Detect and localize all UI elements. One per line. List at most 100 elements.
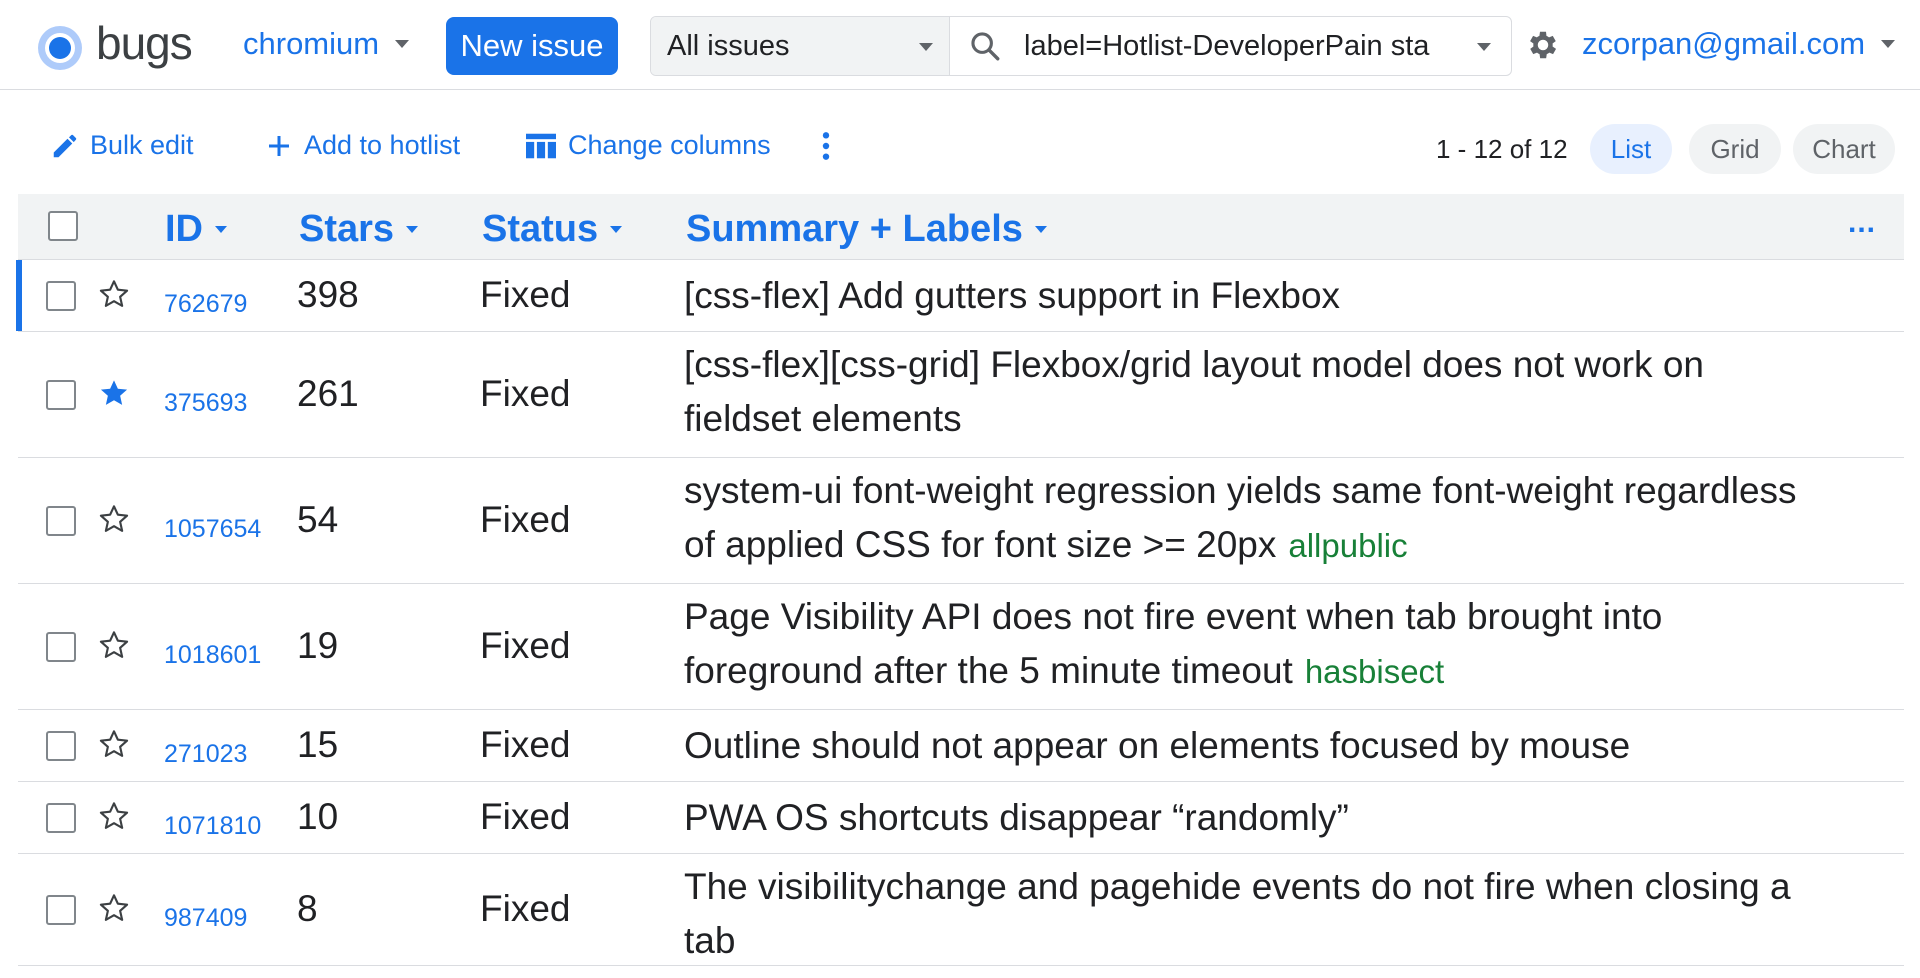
gear-icon[interactable] xyxy=(1525,27,1561,63)
add-to-hotlist-button[interactable]: Add to hotlist xyxy=(264,130,460,161)
table-row[interactable]: 1057654 54 Fixed system-ui font-weight regr… xyxy=(18,458,1904,584)
row-checkbox[interactable] xyxy=(46,632,76,662)
chevron-down-icon xyxy=(1881,40,1896,48)
summary-text: The visibilitychange and pagehide events… xyxy=(684,866,1791,961)
status-cell: Fixed xyxy=(480,625,571,666)
more-vert-icon xyxy=(822,132,830,160)
star-outline-icon[interactable] xyxy=(98,892,130,924)
star-outline-icon[interactable] xyxy=(98,728,130,760)
table-body: 762679 398 Fixed [css-flex] Add gutters sup… xyxy=(16,260,1904,966)
change-columns-button[interactable]: Change columns xyxy=(524,130,771,161)
column-header-stars[interactable]: Stars xyxy=(299,208,419,251)
issue-label[interactable]: allpublic xyxy=(1288,527,1407,564)
change-columns-label: Change columns xyxy=(568,130,771,160)
status-cell: Fixed xyxy=(480,499,571,540)
summary-text: [css-flex] Add gutters support in Flexbo… xyxy=(684,275,1341,316)
star-outline-icon[interactable] xyxy=(98,278,130,310)
more-actions-button[interactable] xyxy=(820,130,842,162)
search-input[interactable]: label=Hotlist-DeveloperPain sta xyxy=(1024,30,1444,63)
view-chart-button[interactable]: Chart xyxy=(1793,124,1895,174)
pencil-icon xyxy=(53,134,77,157)
row-checkbox[interactable] xyxy=(46,731,76,761)
status-cell: Fixed xyxy=(480,888,571,929)
status-cell: Fixed xyxy=(480,796,571,837)
summary-cell[interactable]: Outline should not appear on elements fo… xyxy=(684,719,1814,773)
chevron-down-icon xyxy=(919,43,933,51)
star-outline-icon[interactable] xyxy=(98,503,130,535)
star-count: 261 xyxy=(297,373,359,414)
app-logo-text[interactable]: bugs xyxy=(96,16,193,70)
scope-select[interactable]: All issues xyxy=(651,17,950,75)
summary-cell[interactable]: PWA OS shortcuts disappear “randomly” xyxy=(684,791,1814,845)
column-header-status[interactable]: Status xyxy=(482,208,623,251)
view-list-button[interactable]: List xyxy=(1590,124,1672,174)
status-cell: Fixed xyxy=(480,373,571,414)
row-checkbox[interactable] xyxy=(46,380,76,410)
summary-cell[interactable]: [css-flex][css-grid] Flexbox/grid layout… xyxy=(684,338,1814,446)
summary-text: [css-flex][css-grid] Flexbox/grid layout… xyxy=(684,344,1704,439)
summary-text: PWA OS shortcuts disappear “randomly” xyxy=(684,797,1349,838)
table-row[interactable]: 271023 15 Fixed Outline should not appear o… xyxy=(18,710,1904,782)
star-count: 398 xyxy=(297,274,359,315)
add-to-hotlist-label: Add to hotlist xyxy=(304,130,461,160)
table-row[interactable]: 375693 261 Fixed [css-flex][css-grid] Flexb… xyxy=(18,332,1904,458)
bulk-edit-button[interactable]: Bulk edit xyxy=(50,130,194,161)
bulk-edit-label: Bulk edit xyxy=(90,130,194,160)
issue-id-link[interactable]: 375693 xyxy=(164,389,247,418)
chevron-down-icon xyxy=(395,40,410,48)
column-header-id[interactable]: ID xyxy=(165,208,227,251)
new-issue-button[interactable]: New issue xyxy=(446,17,618,75)
star-outline-icon[interactable] xyxy=(98,629,130,661)
status-cell: Fixed xyxy=(480,724,571,765)
sort-chevron-icon xyxy=(1034,226,1047,233)
view-grid-button[interactable]: Grid xyxy=(1689,124,1781,174)
search-icon[interactable] xyxy=(968,29,1002,63)
summary-cell[interactable]: system-ui font-weight regression yields … xyxy=(684,464,1814,573)
row-checkbox[interactable] xyxy=(46,895,76,925)
summary-text: Outline should not appear on elements fo… xyxy=(684,725,1631,766)
star-count: 10 xyxy=(297,796,339,837)
row-checkbox[interactable] xyxy=(46,506,76,536)
issue-id-link[interactable]: 762679 xyxy=(164,290,247,319)
issue-id-link[interactable]: 1071810 xyxy=(164,812,261,841)
table-row[interactable]: 1071810 10 Fixed PWA OS shortcuts disappear… xyxy=(18,782,1904,854)
star-count: 54 xyxy=(297,499,339,540)
issue-id-link[interactable]: 271023 xyxy=(164,740,247,769)
summary-text: system-ui font-weight regression yields … xyxy=(684,470,1797,565)
project-select[interactable]: chromium xyxy=(243,26,410,62)
sort-chevron-icon xyxy=(610,226,623,233)
project-label: chromium xyxy=(243,26,380,61)
issue-table: ID Stars Status Summary + Labels ... 762… xyxy=(16,194,1904,966)
table-row[interactable]: 987409 8 Fixed The visibilitychange and pag… xyxy=(18,854,1904,966)
plus-icon xyxy=(269,135,289,156)
star-count: 15 xyxy=(297,724,339,765)
summary-cell[interactable]: [css-flex] Add gutters support in Flexbo… xyxy=(684,269,1814,323)
issue-id-link[interactable]: 1018601 xyxy=(164,641,261,670)
account-menu[interactable]: zcorpan@gmail.com xyxy=(1582,26,1896,62)
table-row[interactable]: 762679 398 Fixed [css-flex] Add gutters sup… xyxy=(16,260,1904,332)
star-filled-icon[interactable] xyxy=(98,377,130,409)
row-checkbox[interactable] xyxy=(46,803,76,833)
columns-icon xyxy=(526,133,556,158)
more-columns-icon[interactable]: ... xyxy=(1848,206,1876,240)
issue-id-link[interactable]: 987409 xyxy=(164,904,247,933)
summary-cell[interactable]: Page Visibility API does not fire event … xyxy=(684,590,1814,699)
issue-label[interactable]: hasbisect xyxy=(1305,653,1444,690)
summary-cell[interactable]: The visibilitychange and pagehide events… xyxy=(684,860,1814,968)
column-header-summary[interactable]: Summary + Labels xyxy=(686,208,1047,251)
scope-label: All issues xyxy=(667,29,790,62)
search-box: All issues label=Hotlist-DeveloperPain s… xyxy=(650,16,1512,76)
star-outline-icon[interactable] xyxy=(98,800,130,832)
star-count: 19 xyxy=(297,625,339,666)
chromium-logo-icon[interactable] xyxy=(36,24,84,72)
search-options-chevron-icon[interactable] xyxy=(1477,43,1491,51)
row-checkbox[interactable] xyxy=(46,281,76,311)
select-all-checkbox[interactable] xyxy=(48,211,78,241)
account-email: zcorpan@gmail.com xyxy=(1582,26,1866,61)
issue-id-link[interactable]: 1057654 xyxy=(164,515,261,544)
column-header-label: Stars xyxy=(299,208,395,250)
issue-toolbar: Bulk edit Add to hotlist Change columns … xyxy=(0,120,1920,176)
column-header-label: ID xyxy=(165,208,203,250)
table-row[interactable]: 1018601 19 Fixed Page Visibility API does n… xyxy=(18,584,1904,710)
query-area: label=Hotlist-DeveloperPain sta xyxy=(950,17,1511,75)
